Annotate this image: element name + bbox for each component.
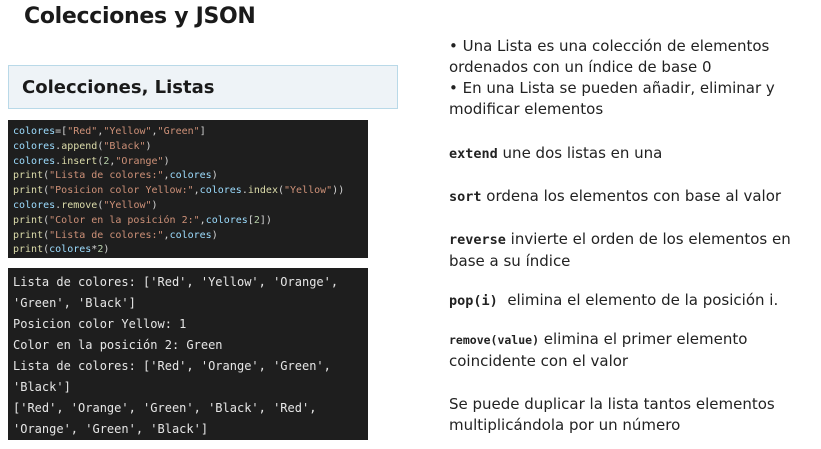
code-token: colores bbox=[205, 214, 248, 226]
code-token: "Yellow" bbox=[284, 185, 333, 197]
output-line: 'Black'] bbox=[13, 380, 71, 394]
bullet-text: • En una Lista se pueden añadir, elimina… bbox=[449, 79, 775, 97]
code-token: colores bbox=[199, 185, 242, 197]
code-token: ) bbox=[211, 170, 218, 182]
code-token: "Green" bbox=[157, 126, 200, 137]
method-keyword: reverse bbox=[449, 232, 506, 248]
code-token: colores bbox=[49, 244, 92, 256]
method-desc: base a su índice bbox=[449, 252, 571, 270]
section-header: Colecciones, Listas bbox=[8, 65, 398, 109]
code-line: colores.append("Black") bbox=[13, 140, 363, 155]
method-desc: elimina el primer elemento bbox=[539, 330, 748, 348]
method-keyword: sort bbox=[449, 189, 482, 205]
code-line: colores.insert(2,"Orange") bbox=[13, 155, 363, 170]
code-token: "Lista de colores:" bbox=[49, 229, 164, 241]
code-token: ) bbox=[211, 229, 218, 241]
code-token: insert bbox=[61, 155, 98, 167]
code-line: print("Color en la posición 2:",colores[… bbox=[13, 214, 363, 229]
code-token: print bbox=[13, 185, 44, 197]
method-desc: ordena los elementos con base al valor bbox=[481, 187, 782, 205]
bullet-text: modificar elementos bbox=[449, 100, 604, 118]
code-token: ) bbox=[151, 199, 158, 211]
page-title: Colecciones y JSON bbox=[24, 4, 256, 29]
method-reverse: reverse invierte el orden de los element… bbox=[449, 229, 814, 272]
code-line: print(colores*2) bbox=[13, 243, 363, 258]
bullet-text: • Una Lista es una colección de elemento… bbox=[449, 37, 770, 55]
output-block: Lista de colores: ['Red', 'Yellow', 'Ora… bbox=[8, 268, 368, 440]
duplicate-note: Se puede duplicar la lista tantos elemen… bbox=[449, 394, 814, 436]
method-keyword: extend bbox=[449, 146, 498, 162]
code-token: colores bbox=[13, 155, 56, 167]
code-line: colores.remove("Yellow") bbox=[13, 199, 363, 214]
note-text: multiplicándola por un número bbox=[449, 416, 681, 434]
code-line: print("Posicion color Yellow:",colores.i… bbox=[13, 184, 363, 199]
code-token: colores bbox=[169, 170, 212, 182]
method-keyword: remove(value) bbox=[449, 333, 540, 347]
output-line: Color en la posición 2: Green bbox=[13, 338, 223, 352]
code-token: colores bbox=[169, 229, 212, 241]
code-token: print bbox=[13, 244, 44, 256]
code-token: remove bbox=[61, 199, 98, 211]
code-token: ) bbox=[163, 155, 170, 167]
note-text: Se puede duplicar la lista tantos elemen… bbox=[449, 395, 775, 413]
code-token: print bbox=[13, 229, 44, 241]
method-remove: remove(value) elimina el primer elemento… bbox=[449, 329, 814, 372]
code-token: ) bbox=[103, 244, 110, 256]
code-line: print("Lista de colores:",colores) bbox=[13, 229, 363, 244]
code-line: colores=["Red","Yellow","Green"] bbox=[13, 125, 363, 140]
code-token: "Red" bbox=[67, 126, 98, 137]
method-desc: invierte el orden de los elementos en bbox=[505, 230, 791, 248]
section-title: Colecciones, Listas bbox=[22, 77, 215, 98]
code-token: colores bbox=[13, 140, 56, 152]
code-token: append bbox=[61, 140, 98, 152]
method-extend: extend une dos listas en una bbox=[449, 143, 814, 165]
output-line: Lista de colores: ['Red', 'Orange', 'Gre… bbox=[13, 359, 331, 373]
code-token: =[ bbox=[55, 126, 68, 137]
code-token: )) bbox=[332, 185, 345, 197]
code-token: colores bbox=[13, 126, 56, 137]
method-sort: sort ordena los elementos con base al va… bbox=[449, 186, 814, 208]
output-line: 'Orange', 'Green', 'Black'] bbox=[13, 422, 209, 436]
code-token: "Posicion color Yellow:" bbox=[49, 185, 194, 197]
code-token: colores bbox=[13, 199, 56, 211]
output-line: ['Red', 'Orange', 'Green', 'Black', 'Red… bbox=[13, 401, 317, 415]
code-token: ) bbox=[145, 140, 152, 152]
code-token: "Color en la posición 2:" bbox=[49, 214, 200, 226]
method-desc: elimina el elemento de la posición i. bbox=[497, 291, 779, 309]
code-token: index bbox=[247, 185, 278, 197]
code-line: print("Lista de colores:",colores) bbox=[13, 169, 363, 184]
method-desc: une dos listas en una bbox=[497, 144, 663, 162]
method-desc: coincidente con el valor bbox=[449, 352, 629, 370]
code-token: print bbox=[13, 170, 44, 182]
method-keyword: pop(i) bbox=[449, 293, 498, 309]
code-token: "Lista de colores:" bbox=[49, 170, 164, 182]
code-token: ]) bbox=[259, 214, 272, 226]
output-line: Posicion color Yellow: 1 bbox=[13, 317, 187, 331]
output-line: Lista de colores: ['Red', 'Yellow', 'Ora… bbox=[13, 275, 339, 289]
method-pop: pop(i) elimina el elemento de la posició… bbox=[449, 290, 814, 312]
code-token: ] bbox=[199, 126, 206, 137]
code-token: "Orange" bbox=[115, 155, 164, 167]
code-token: "Yellow" bbox=[103, 126, 152, 137]
code-token: "Black" bbox=[103, 140, 146, 152]
output-line: 'Green', 'Black'] bbox=[13, 296, 136, 310]
code-token: print bbox=[13, 214, 44, 226]
code-token: "Yellow" bbox=[103, 199, 152, 211]
bullet-text: ordenados con un índice de base 0 bbox=[449, 58, 712, 76]
bullet-list: • Una Lista es una colección de elemento… bbox=[449, 36, 814, 120]
code-block: colores=["Red","Yellow","Green"] colores.… bbox=[8, 120, 368, 258]
